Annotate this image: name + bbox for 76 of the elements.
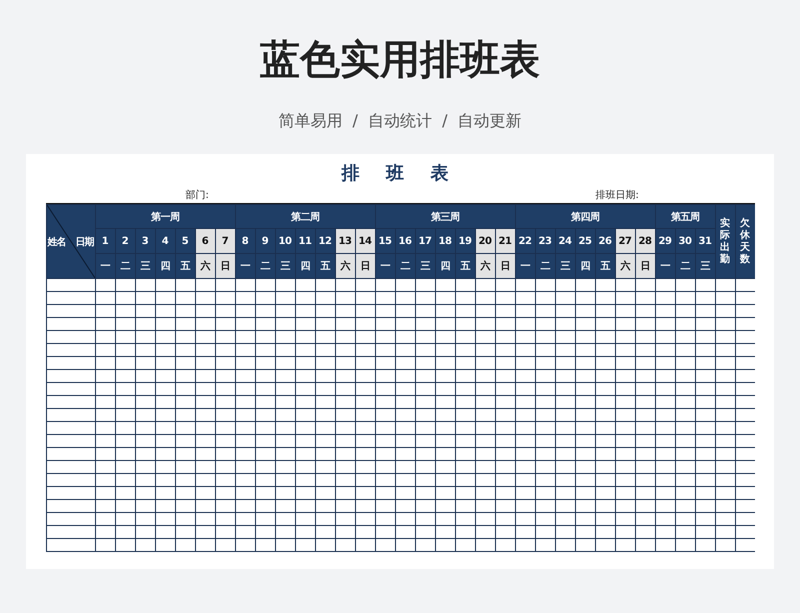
day-header-cell: 29 (656, 229, 674, 253)
weekday-header-cell: 三 (556, 254, 574, 278)
day-header-cell: 16 (396, 229, 414, 253)
weekday-header-cell: 二 (116, 254, 134, 278)
weekday-header-cell: 六 (476, 254, 494, 278)
day-header-cell: 26 (596, 229, 614, 253)
day-header-cell: 18 (436, 229, 454, 253)
day-header-cell: 3 (136, 229, 154, 253)
weekday-header-cell: 三 (136, 254, 154, 278)
weekday-header-cell: 五 (176, 254, 194, 278)
week-header-cell: 第一周 (96, 205, 234, 228)
week-header-cell: 第二周 (236, 205, 374, 228)
weekday-header-cell: 五 (596, 254, 614, 278)
day-header-cell: 2 (116, 229, 134, 253)
day-header-cell: 23 (536, 229, 554, 253)
day-header-cell: 22 (516, 229, 534, 253)
day-header-cell: 31 (696, 229, 714, 253)
weekday-header-cell: 一 (376, 254, 394, 278)
day-header-cell: 15 (376, 229, 394, 253)
weekday-header-cell: 日 (216, 254, 234, 278)
day-header-cell: 13 (336, 229, 354, 253)
weekday-header-cell: 二 (256, 254, 274, 278)
weekday-header-cell: 一 (236, 254, 254, 278)
header-text: 姓名 (48, 236, 66, 248)
day-header-cell: 5 (176, 229, 194, 253)
weekday-header-cell: 四 (436, 254, 454, 278)
day-header-cell: 12 (316, 229, 334, 253)
summary-header-cell: 实际出勤 (716, 205, 734, 278)
weekday-header-cell: 五 (456, 254, 474, 278)
day-header-cell: 30 (676, 229, 694, 253)
day-header-cell: 24 (556, 229, 574, 253)
weekday-header-cell: 四 (296, 254, 314, 278)
day-header-cell: 14 (356, 229, 374, 253)
page-subtitle: 简单易用 / 自动统计 / 自动更新 (278, 110, 522, 132)
weekday-header-cell: 六 (196, 254, 214, 278)
day-header-cell: 6 (196, 229, 214, 253)
day-header-cell: 10 (276, 229, 294, 253)
day-header-cell: 17 (416, 229, 434, 253)
week-header-cell: 第四周 (516, 205, 654, 228)
weekday-header-cell: 一 (516, 254, 534, 278)
sheet-title: 排 班 表 (342, 162, 458, 186)
day-header-cell: 8 (236, 229, 254, 253)
day-header-cell: 1 (96, 229, 114, 253)
header-text: 日期 (76, 236, 94, 248)
day-header-cell: 25 (576, 229, 594, 253)
weekday-header-cell: 日 (636, 254, 654, 278)
weekday-header-cell: 三 (696, 254, 714, 278)
weekday-header-cell: 二 (536, 254, 554, 278)
weekday-header-cell: 二 (676, 254, 694, 278)
weekday-header-cell: 一 (656, 254, 674, 278)
weekday-header-cell: 三 (416, 254, 434, 278)
summary-header-cell: 欠休天数 (736, 205, 754, 278)
week-header-cell: 第三周 (376, 205, 514, 228)
weekday-header-cell: 一 (96, 254, 114, 278)
weekday-header-cell: 五 (316, 254, 334, 278)
schedule-date-label: 排班日期: (596, 190, 639, 202)
weekday-header-cell: 六 (336, 254, 354, 278)
day-header-cell: 27 (616, 229, 634, 253)
day-header-cell: 4 (156, 229, 174, 253)
weekday-header-cell: 四 (576, 254, 594, 278)
weekday-header-cell: 日 (356, 254, 374, 278)
day-header-cell: 20 (476, 229, 494, 253)
day-header-cell: 11 (296, 229, 314, 253)
department-label: 部门: (186, 190, 209, 202)
weekday-header-cell: 日 (496, 254, 514, 278)
weekday-header-cell: 二 (396, 254, 414, 278)
day-header-cell: 19 (456, 229, 474, 253)
day-header-cell: 7 (216, 229, 234, 253)
week-header-cell: 第五周 (656, 205, 714, 228)
weekday-header-cell: 三 (276, 254, 294, 278)
weekday-header-cell: 四 (156, 254, 174, 278)
weekday-header-cell: 六 (616, 254, 634, 278)
page-title: 蓝色实用排班表 (260, 36, 540, 85)
day-header-cell: 28 (636, 229, 654, 253)
day-header-cell: 9 (256, 229, 274, 253)
day-header-cell: 21 (496, 229, 514, 253)
